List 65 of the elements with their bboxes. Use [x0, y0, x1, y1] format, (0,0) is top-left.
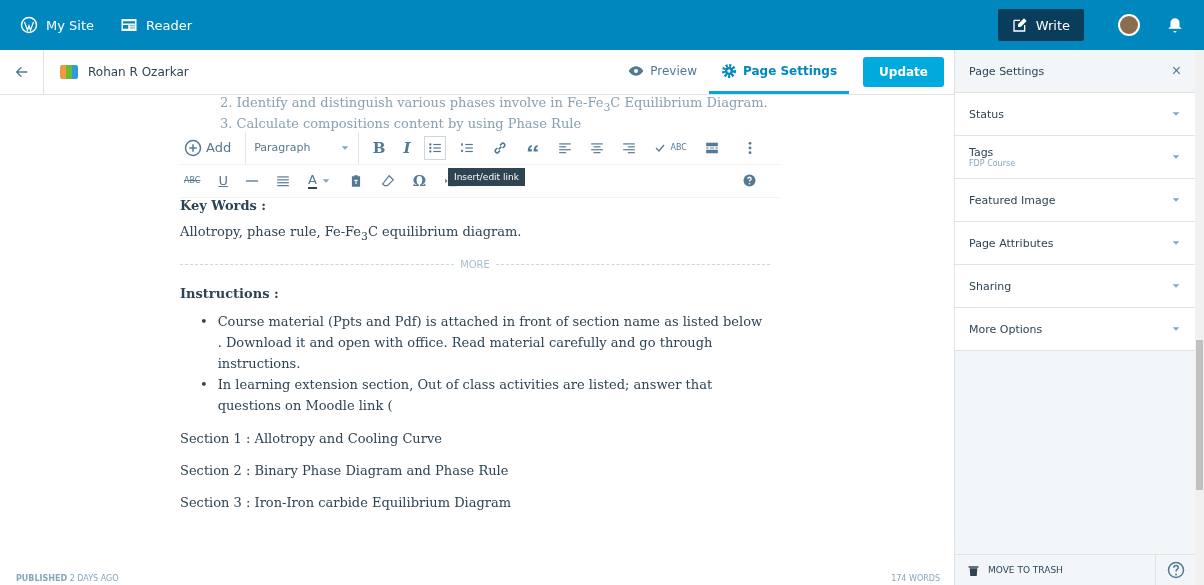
update-button[interactable]: Update: [863, 57, 944, 87]
list-item: In learning extension section, Out of class activities are listed; answer that questions on Moodle link (: [217, 376, 714, 416]
add-block-button[interactable]: Add: [180, 135, 236, 160]
toolbar-button[interactable]: B: [368, 135, 390, 160]
format-select[interactable]: Paragraph: [245, 131, 359, 164]
eraser-icon: [380, 173, 395, 188]
help-icon: [743, 174, 756, 188]
bullet: •: [200, 313, 208, 332]
toolbar-button[interactable]: ABC: [650, 135, 691, 160]
list-item: Course material (Ppts and Pdf) is attached in front of section name as listed below . Download it and open with office. Read material carefully and go through instructions.: [217, 313, 764, 374]
toolbar-button[interactable]: [424, 135, 447, 160]
scrollbar[interactable]: [1195, 50, 1204, 585]
paragraph: Section 3 : Iron-Iron carbide Equilibrium Diagram: [180, 494, 513, 513]
word-count: 174 WORDS: [891, 573, 940, 583]
masterbar-link[interactable]: My Site: [20, 16, 94, 34]
settings-section[interactable]: More Options: [955, 308, 1195, 351]
link-icon: [492, 139, 509, 156]
move-to-trash-button[interactable]: MOVE TO TRASH: [955, 555, 1155, 585]
paragraph: Section 1 : Allotropy and Cooling Curve: [180, 430, 443, 449]
bulleted-list-icon: [428, 140, 443, 155]
settings-section[interactable]: Page Attributes: [955, 222, 1195, 265]
settings-section[interactable]: Status: [955, 93, 1195, 136]
bullet: •: [200, 376, 208, 395]
horizontal-rule-icon: [245, 179, 258, 182]
toolbar-button[interactable]: Ω: [408, 168, 431, 193]
paragraph: Section 2 : Binary Phase Diagram and Phase Rule: [180, 462, 510, 481]
body-text: 3. Calculate compositions content by using Phase Rule: [219, 115, 583, 132]
arrow-left-icon: [13, 64, 30, 80]
header-tab[interactable]: Page Settings: [708, 50, 850, 94]
publish-status: PUBLISHED 2 DAYS AGO: [16, 573, 119, 583]
plus-circle-icon: [184, 138, 202, 157]
tooltip: Insert/edit link: [448, 167, 525, 186]
align-right-icon: [622, 140, 637, 155]
settings-section[interactable]: Featured Image: [955, 179, 1195, 222]
more-divider: MORE: [460, 259, 490, 271]
settings-section[interactable]: Tags FDP Course: [955, 136, 1195, 179]
numbered-list-icon: [460, 140, 475, 155]
help-icon: [1166, 561, 1185, 579]
write-button[interactable]: Write: [997, 9, 1084, 41]
settings-icon: [720, 62, 737, 79]
toolbar-button[interactable]: ABC: [180, 168, 205, 193]
wordpress-logo-icon: [20, 16, 38, 34]
toolbar-button[interactable]: U: [214, 168, 232, 193]
site-name: Rohan R Ozarkar: [88, 65, 189, 79]
site-logo: [60, 65, 78, 79]
avatar[interactable]: [1118, 14, 1140, 36]
heading: Key Words :: [180, 197, 268, 215]
justify-icon: [275, 173, 290, 188]
toolbar-button[interactable]: A: [303, 168, 335, 193]
heading: Instructions :: [180, 286, 280, 304]
toolbar-button[interactable]: I: [399, 135, 415, 160]
header-tab[interactable]: Preview: [616, 50, 709, 94]
read-more-icon: [704, 140, 719, 155]
edit-icon: [1011, 17, 1028, 33]
body-text: 2. Identify and distinguish various phases involve in Fe-Fe$_{3}$C Equilibrium Diagram.: [219, 95, 769, 116]
settings-section[interactable]: Sharing: [955, 265, 1195, 308]
trash-icon: [967, 563, 980, 577]
close-button[interactable]: ×: [1171, 62, 1181, 80]
newspaper-icon: [120, 16, 138, 34]
paragraph: Allotropy, phase rule, Fe-Fe$_{3}$C equilibrium diagram.: [180, 222, 523, 245]
align-center-icon: [590, 140, 605, 155]
masterbar-link[interactable]: Reader: [120, 16, 193, 34]
align-left-icon: [558, 140, 573, 155]
bell-icon: [1166, 16, 1184, 34]
sidebar-title: Page Settings: [969, 64, 1045, 78]
